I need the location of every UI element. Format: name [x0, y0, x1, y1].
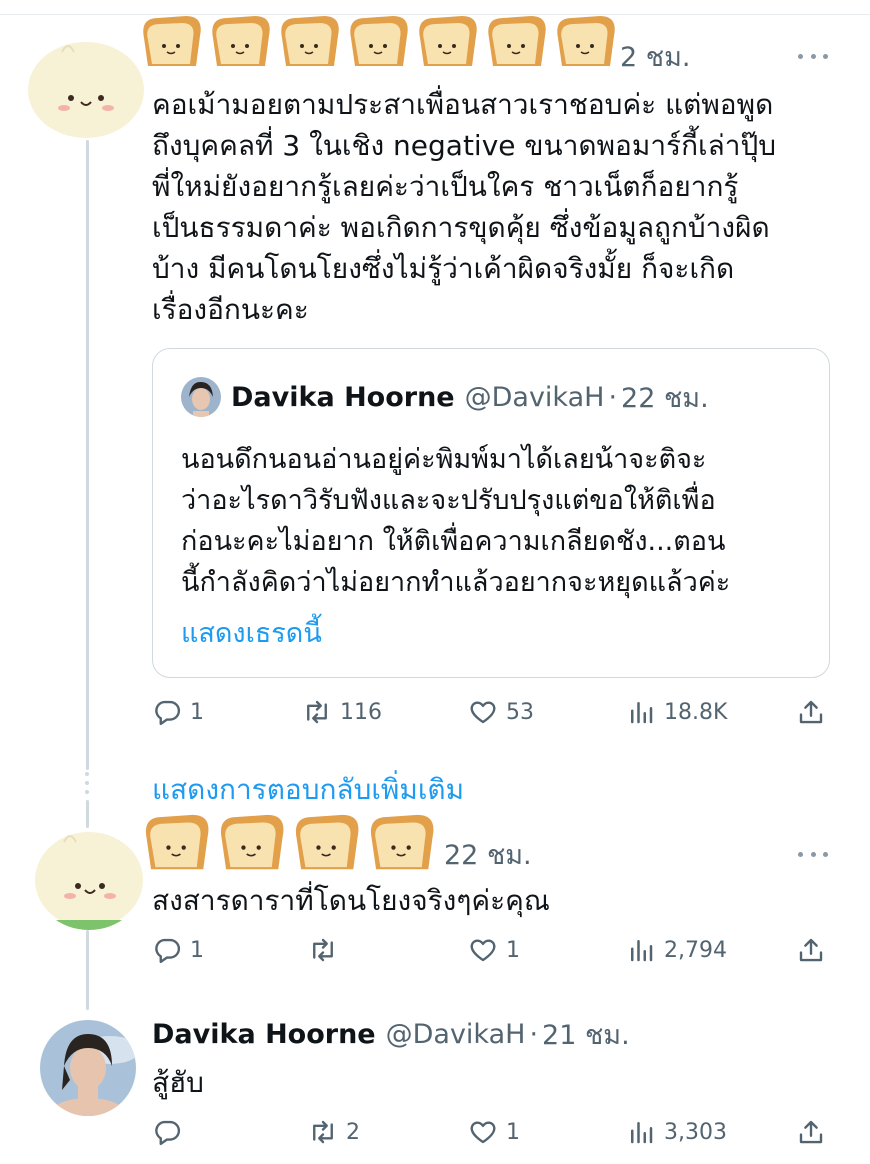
timestamp[interactable]: 2 ชม.: [620, 35, 690, 78]
avatar[interactable]: [34, 830, 144, 930]
tweet-actions: 1 116 53 18.8K: [152, 692, 832, 732]
thread-line: [86, 800, 89, 828]
retweet-count: 116: [340, 699, 382, 725]
quoted-text-line: นอนดึกนอนอ่านอยู่ค่ะพิมพ์มาได้เลยน้าจะติ…: [181, 444, 707, 475]
retweet-icon: [313, 1120, 333, 1144]
thread-line: [86, 930, 89, 1010]
tweet-header: Davika Hoorne @DavikaH · 21 ชม.: [152, 1014, 630, 1054]
redaction-stickers: [136, 10, 619, 70]
views-button[interactable]: 2,794: [626, 930, 727, 970]
like-button[interactable]: 1: [468, 930, 520, 970]
thread-line: [86, 140, 89, 770]
bread-sticker-icon: [488, 16, 546, 66]
reply-count: 1: [190, 699, 204, 725]
thread-gap-dots: [84, 772, 91, 799]
tweet-actions: 2 1 3,303: [152, 1112, 832, 1152]
more-options-button[interactable]: [798, 844, 828, 864]
tweet-text: คอเม้ามอยตามประสาเพื่อนสาวเราชอบค่ะ แต่พ…: [152, 84, 832, 330]
quoted-text-line: ว่าอะไรดาวิรับฟังและจะปรับปรุงแต่ขอให้ติ…: [181, 485, 716, 516]
bread-sticker-icon: [281, 16, 339, 66]
share-icon: [799, 938, 823, 962]
views-button[interactable]: 3,303: [626, 1112, 727, 1152]
like-count: 1: [506, 937, 520, 963]
tweet-text: สู้ฮับ: [152, 1066, 204, 1099]
redaction-stickers: [138, 806, 438, 876]
like-count: 1: [506, 1119, 520, 1145]
tweet-text-line: เป็นธรรมดาค่ะ พอเกิดการขุดคุ้ย ซึ่งข้อมู…: [152, 211, 770, 244]
retweet-button[interactable]: [308, 930, 346, 970]
tweet-actions: 1 1 2,794: [152, 930, 832, 970]
reply-count: 1: [190, 937, 204, 963]
tweet-text-line: ถึงบุคคลที่ 3 ในเชิง negative ขนาดพอมาร์…: [152, 129, 777, 162]
bread-sticker-icon: [350, 16, 408, 66]
timestamp[interactable]: 22 ชม.: [621, 376, 709, 419]
quoted-tweet[interactable]: Davika Hoorne @DavikaH · 22 ชม. นอนดึกนอ…: [152, 348, 830, 678]
avatar[interactable]: [40, 1020, 136, 1116]
bread-sticker-icon: [295, 814, 359, 870]
separator-dot: ·: [529, 1018, 539, 1050]
views-count: 18.8K: [664, 699, 728, 725]
share-button[interactable]: [796, 1112, 834, 1152]
author-handle[interactable]: @DavikaH: [386, 1019, 526, 1050]
share-icon: [799, 700, 823, 724]
retweet-button[interactable]: 116: [302, 692, 382, 732]
reply-button[interactable]: 1: [152, 930, 204, 970]
show-thread-link[interactable]: แสดงเธรดนี้: [181, 611, 322, 654]
retweet-button[interactable]: 2: [308, 1112, 360, 1152]
quoted-text-line: นี้กำลังคิดว่าไม่อยากทำแล้วอยากจะหยุดแล้…: [181, 567, 731, 598]
views-count: 2,794: [664, 937, 727, 963]
heart-icon: [470, 701, 496, 724]
reply-button[interactable]: 1: [152, 692, 204, 732]
bread-sticker-icon: [143, 16, 201, 66]
share-button[interactable]: [796, 692, 834, 732]
author-name[interactable]: Davika Hoorne: [231, 382, 455, 413]
reply-icon: [155, 700, 181, 726]
bread-sticker-icon: [145, 814, 209, 870]
views-icon: [631, 940, 653, 962]
like-count: 53: [506, 699, 534, 725]
tweet-text-line: บ้าง มีคนโดนโยงซึ่งไม่รู้ว่าเค้าผิดจริงม…: [152, 252, 735, 285]
author-handle[interactable]: @DavikaH: [465, 382, 605, 413]
quoted-tweet-header: Davika Hoorne @DavikaH · 22 ชม.: [181, 377, 709, 417]
timestamp[interactable]: 22 ชม.: [444, 833, 532, 876]
avatar: [181, 377, 221, 417]
views-icon: [631, 702, 653, 724]
quoted-tweet-text: นอนดึกนอนอ่านอยู่ค่ะพิมพ์มาได้เลยน้าจะติ…: [181, 439, 821, 603]
like-button[interactable]: 1: [468, 1112, 520, 1152]
retweet-count: 2: [346, 1119, 360, 1145]
more-options-button[interactable]: [798, 46, 828, 66]
quoted-text-line: ก่อนะคะไม่อยาก ให้ติเพื่อความเกลียดชัง..…: [181, 526, 726, 557]
views-button[interactable]: 18.8K: [626, 692, 727, 732]
timestamp[interactable]: 21 ชม.: [542, 1013, 630, 1056]
tweet-text: สงสารดาราที่โดนโยงจริงๆค่ะคุณ: [152, 884, 550, 917]
heart-icon: [470, 1121, 496, 1144]
reply-button[interactable]: [152, 1112, 190, 1152]
tweet-text-line: คอเม้ามอยตามประสาเพื่อนสาวเราชอบค่ะ แต่พ…: [152, 88, 774, 121]
like-button[interactable]: 53: [468, 692, 534, 732]
reply-icon: [155, 1120, 181, 1146]
retweet-icon: [307, 700, 327, 724]
bread-sticker-icon: [557, 16, 615, 66]
share-button[interactable]: [796, 930, 834, 970]
reply-icon: [155, 938, 181, 964]
bread-sticker-icon: [370, 814, 434, 870]
bread-sticker-icon: [220, 814, 284, 870]
share-icon: [799, 1120, 823, 1144]
tweet-text-line: เรื่องอีกนะคะ: [152, 293, 309, 326]
separator-dot: ·: [608, 381, 618, 413]
views-count: 3,303: [664, 1119, 727, 1145]
tweet-text-line: พี่ใหม่ยังอยากรู้เลยค่ะว่าเป็นใคร ชาวเน็…: [152, 170, 739, 203]
heart-icon: [470, 939, 496, 962]
author-name[interactable]: Davika Hoorne: [152, 1019, 376, 1050]
avatar[interactable]: [26, 38, 146, 138]
bread-sticker-icon: [212, 16, 270, 66]
retweet-icon: [313, 938, 333, 962]
views-icon: [631, 1122, 653, 1144]
bread-sticker-icon: [419, 16, 477, 66]
